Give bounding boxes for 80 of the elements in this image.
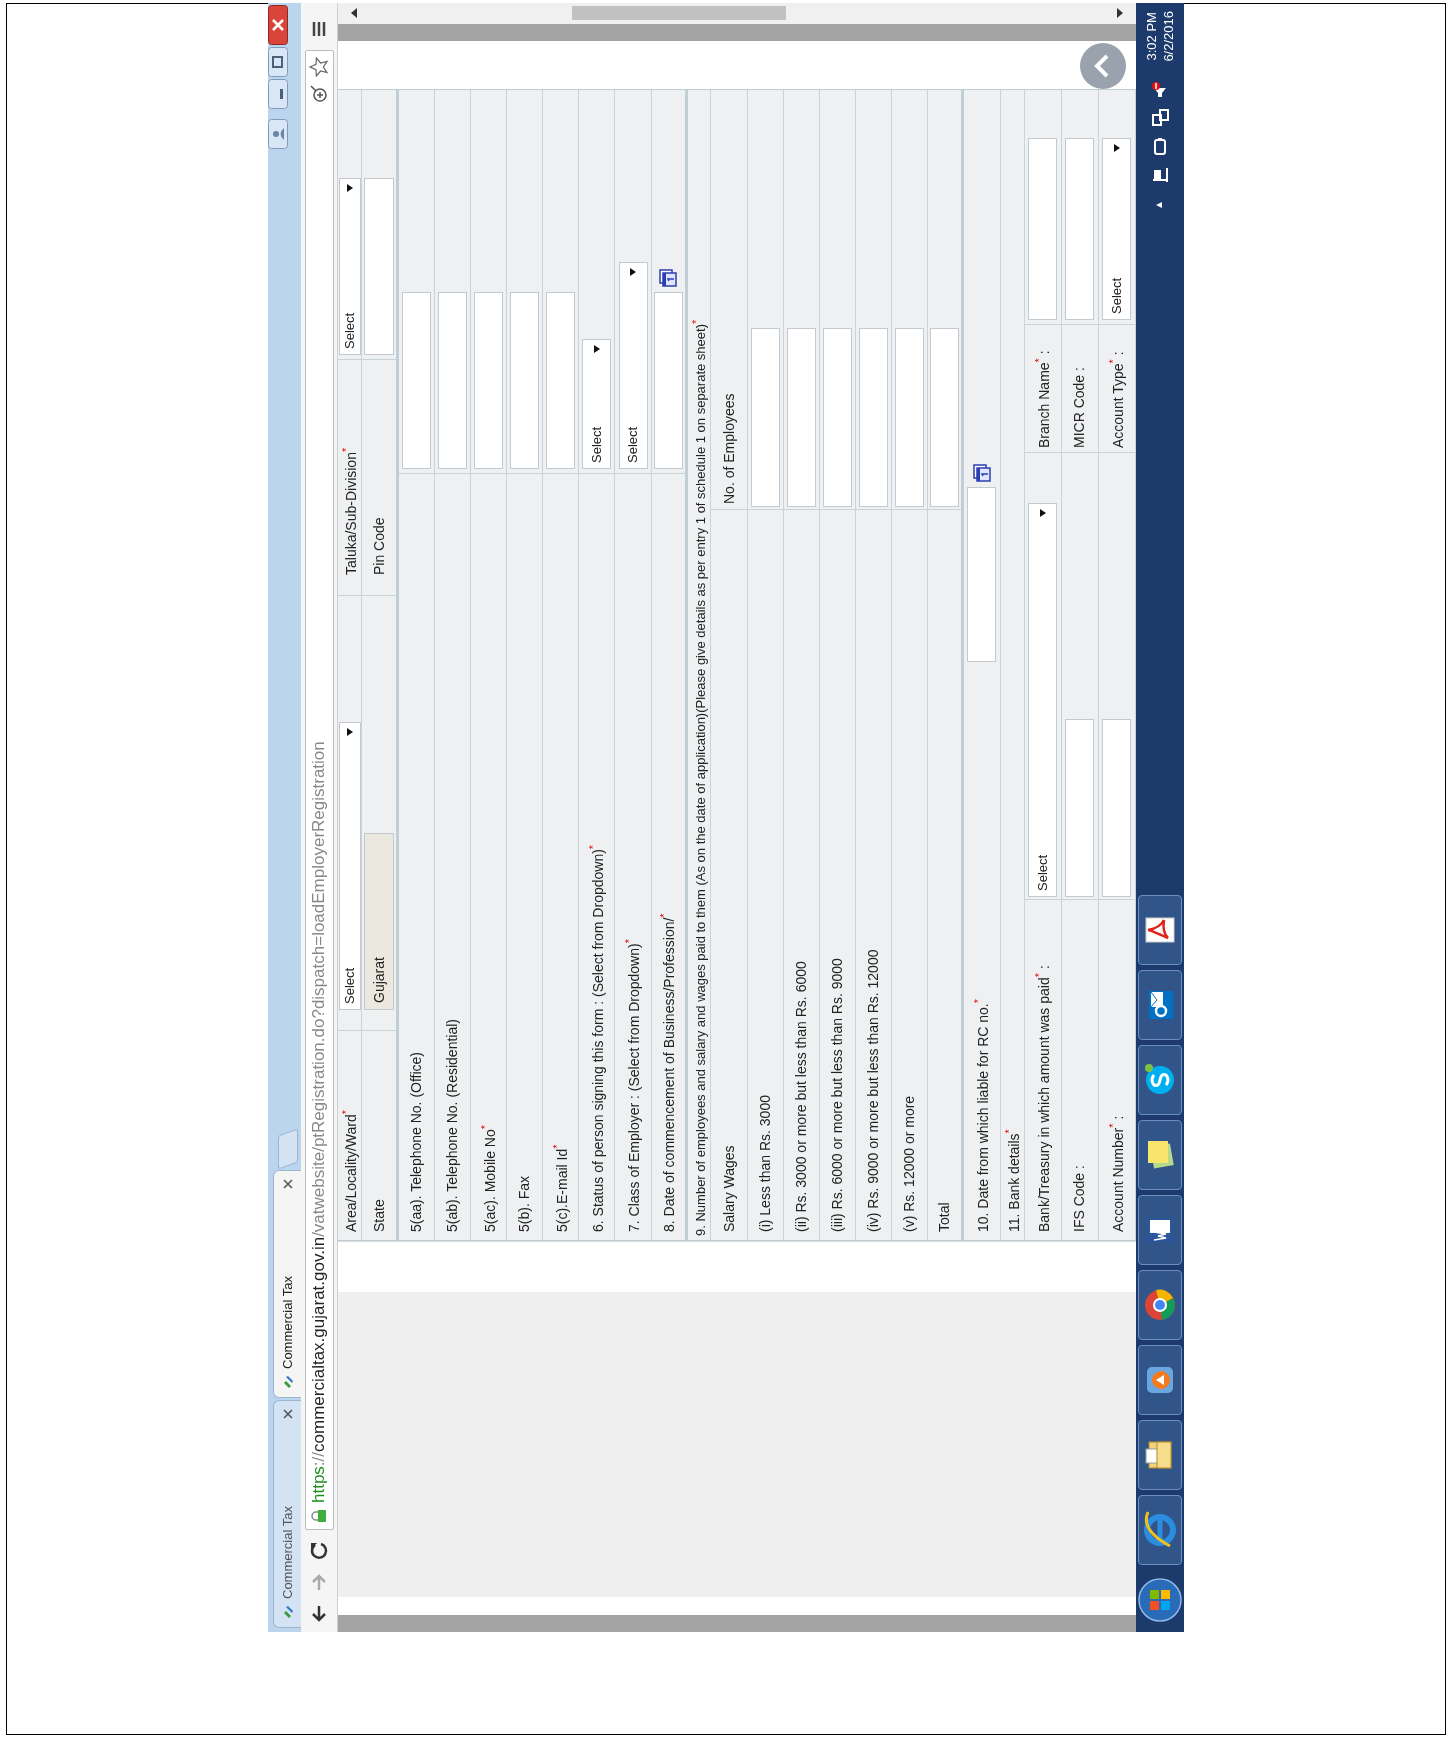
field-label: (iv) Rs. 9000 or more but less than Rs. 12000 [863,949,882,1232]
text-field[interactable]: Gujarat [364,833,395,1010]
field-label: IFS Code : [1070,1165,1089,1232]
field-label: 5(ab). Telephone No. (Residential) [443,1019,462,1232]
date-field[interactable] [653,292,683,469]
text-field[interactable] [1028,138,1058,320]
caret-icon [1039,509,1047,517]
scroll-down-icon[interactable] [1116,8,1124,19]
scroll-up-icon[interactable] [350,8,358,19]
text-field[interactable] [402,292,432,469]
close-icon[interactable] [268,5,288,45]
caret-icon [629,268,637,276]
network-icon[interactable] [1150,107,1170,128]
close-icon[interactable] [282,1409,293,1419]
field-label: Total [934,1202,953,1232]
taskbar-button[interactable] [1138,1495,1182,1565]
menu-icon[interactable] [310,20,328,38]
dropdown[interactable]: Select [618,262,648,469]
browser-tab[interactable]: Commercial Tax [273,1170,301,1398]
text-field[interactable] [510,292,540,469]
text-field[interactable] [474,292,504,469]
field-label: (iii) Rs. 6000 or more but less than Rs. 9000 [827,958,846,1232]
clock-date[interactable]: 6/2/2016 [1160,11,1177,62]
taskbar-button[interactable] [1138,1045,1182,1115]
text-field[interactable] [1065,138,1095,320]
minimize-icon[interactable] [268,79,288,109]
text-field[interactable] [750,328,780,507]
taskbar-button[interactable] [1138,1420,1182,1490]
reload-icon[interactable] [308,1540,330,1562]
field-label: (v) Rs. 12000 or more [899,1095,918,1232]
calendar-icon[interactable] [971,463,992,483]
caret-icon [592,345,601,353]
text-field[interactable] [786,328,816,507]
text-field[interactable] [858,328,888,507]
text-field[interactable] [546,292,576,469]
taskbar-button[interactable] [1138,1270,1182,1340]
lock-icon [311,1509,327,1523]
text-field[interactable] [894,328,924,507]
field-label: Salary Wages [719,1145,738,1232]
text-field[interactable] [822,328,852,507]
caret-icon [345,184,354,192]
scrollbar-thumb[interactable] [572,6,786,21]
star-icon[interactable] [309,57,329,77]
field-label: 5(b). Fax [515,1176,534,1232]
close-icon[interactable] [282,1179,293,1189]
taskbar-button[interactable] [1138,895,1182,965]
scrollbar[interactable] [338,3,1136,24]
dropdown[interactable]: Select [1028,503,1058,897]
field-label: No. of Employees [719,393,738,504]
clock-time[interactable]: 3:02 PM [1143,12,1160,61]
browser-tab[interactable]: Commercial Tax [273,1400,301,1628]
taskbar-button[interactable] [1138,1120,1182,1190]
back-button-icon[interactable] [1080,43,1126,89]
text-field[interactable] [1065,719,1095,897]
taskbar-button[interactable] [1138,970,1182,1040]
date-field[interactable] [967,487,997,662]
url-text: https://commercialtax.gujarat.gov.in/vatwebsite/ptRegistration.do?dispatch=loadEmployerRegistration [308,740,330,1503]
field-label: MICR Code : [1070,367,1089,448]
windows-start-icon[interactable] [1138,1578,1182,1622]
text-field[interactable] [1102,719,1132,897]
caret-icon [1113,144,1121,152]
calendar-icon[interactable] [658,268,679,288]
taskbar-button[interactable] [1138,1195,1182,1265]
dropdown[interactable]: Select [1102,138,1132,320]
dropdown[interactable]: Select [338,722,361,1010]
field-label: 5(aa). Telephone No. (Office) [407,1051,426,1232]
text-field[interactable] [438,292,468,469]
zoom-icon[interactable] [309,83,329,103]
text-field[interactable] [929,328,959,507]
dropdown[interactable]: Select [338,178,361,355]
text-field[interactable] [364,178,395,355]
dropdown[interactable]: Select [582,339,612,469]
address-bar[interactable]: https://commercialtax.gujarat.gov.in/vatwebsite/ptRegistration.do?dispatch=loadEmployerRegistration [304,50,334,1530]
field-label: State [369,1199,388,1232]
field-label: (ii) Rs. 3000 or more but less than Rs. 6000 [791,961,810,1232]
maximize-icon[interactable] [268,47,288,77]
user-icon[interactable] [268,119,288,149]
caret-icon [345,728,354,736]
field-label: Pin Code [369,517,388,575]
field-label: (i) Less than Rs. 3000 [755,1095,774,1232]
